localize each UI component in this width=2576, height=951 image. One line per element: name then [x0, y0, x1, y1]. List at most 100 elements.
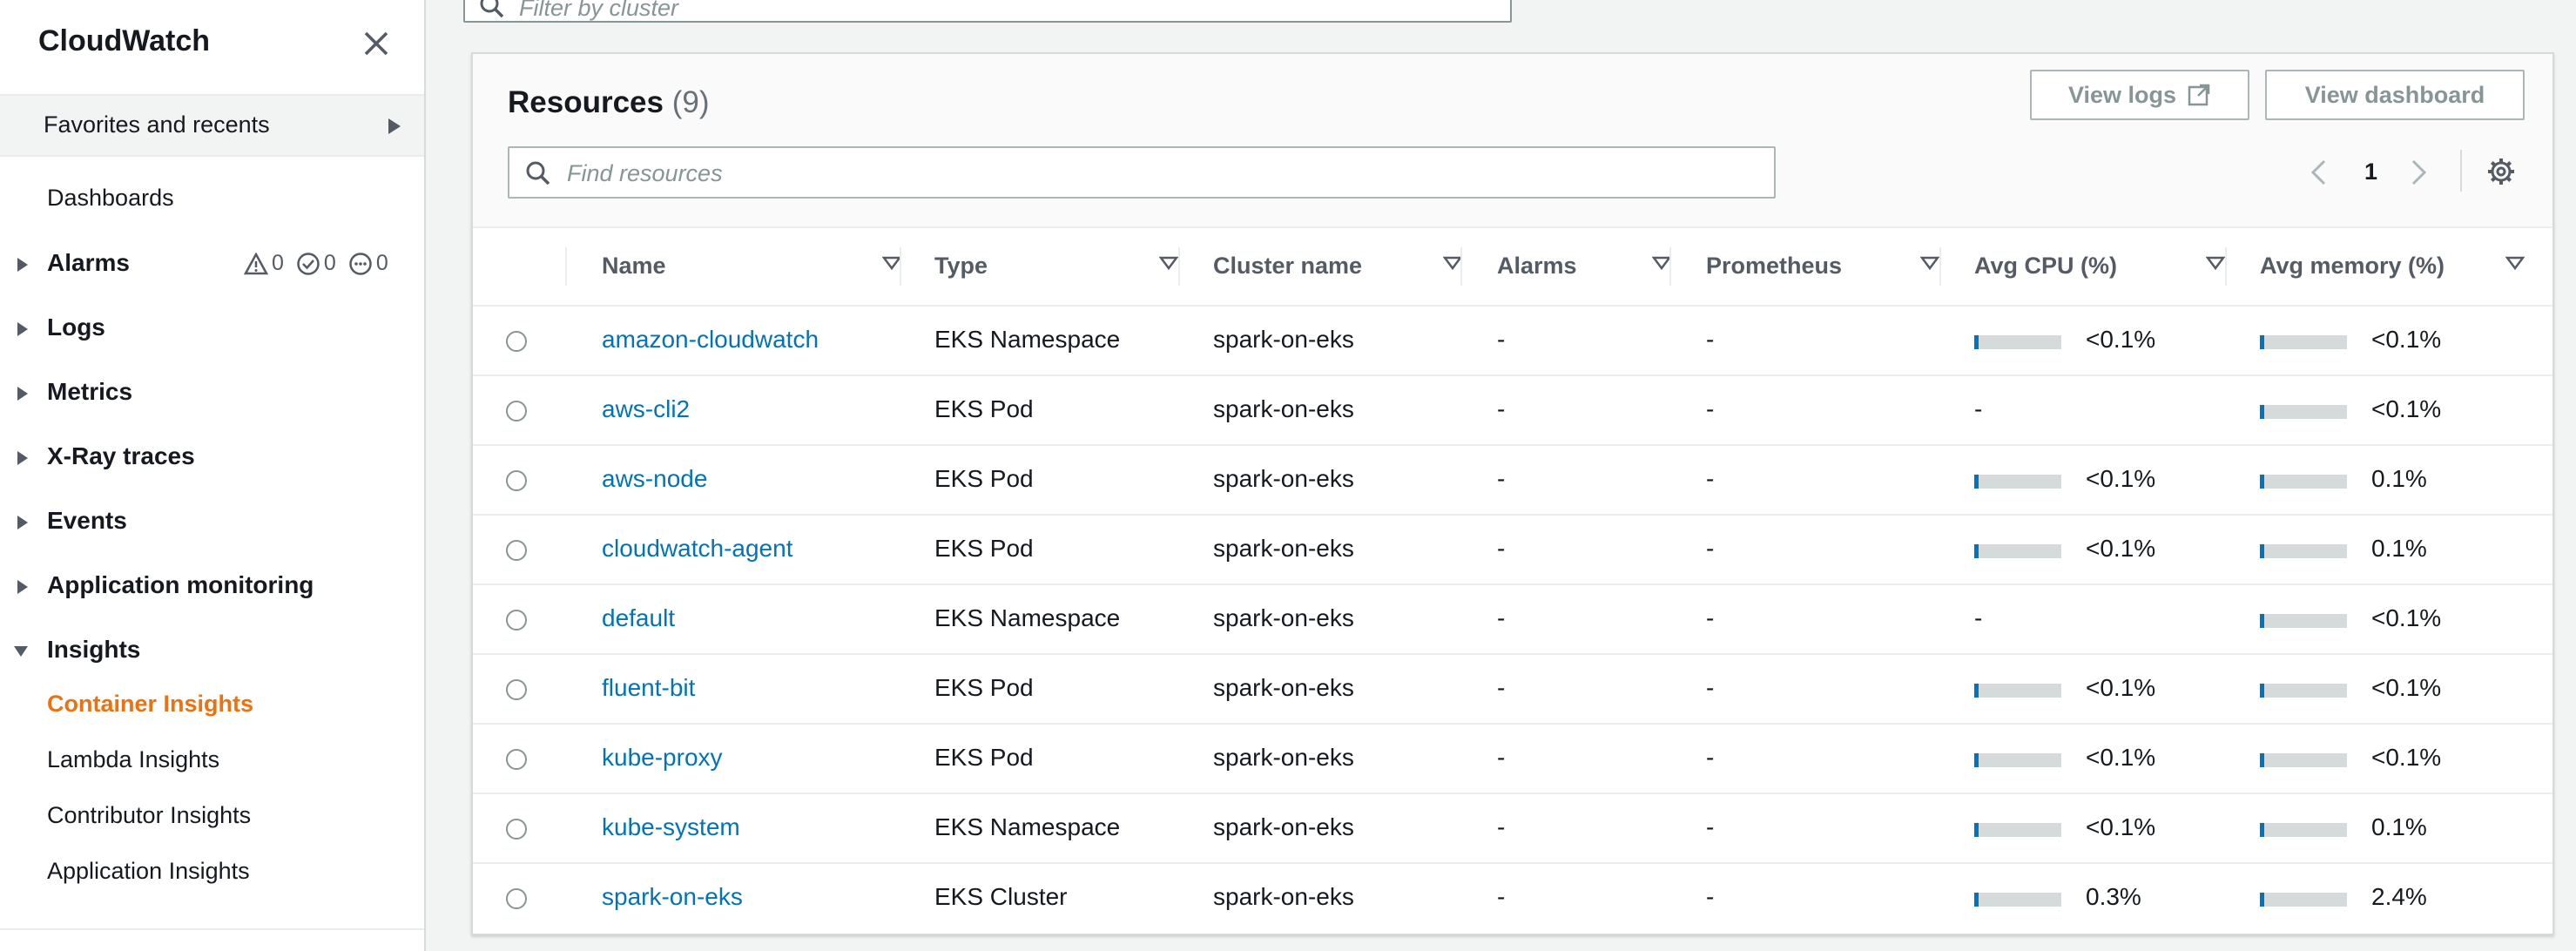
table-row: aws-cli2 EKS Pod spark-on-eks - - - <0.1%: [473, 376, 2552, 446]
row-select-radio[interactable]: [506, 679, 527, 700]
gear-icon[interactable]: [2486, 157, 2516, 186]
resource-name-link[interactable]: aws-cli2: [602, 395, 690, 423]
caret-right-icon: [17, 387, 28, 401]
sidebar-group-label: Logs: [47, 314, 105, 341]
cpu-usage-bar: [1974, 475, 2061, 489]
row-select-radio[interactable]: [506, 888, 527, 909]
alarms-value: -: [1497, 604, 1506, 631]
sidebar-item-application-insights[interactable]: Application Insights: [47, 858, 250, 885]
column-header-type[interactable]: Type: [934, 226, 1213, 305]
sidebar-group-label: Application monitoring: [47, 571, 314, 598]
sidebar-item-lambda-insights[interactable]: Lambda Insights: [47, 746, 219, 773]
prometheus-value: -: [1706, 535, 1715, 562]
resource-type: EKS Pod: [934, 674, 1034, 701]
search-placeholder: Find resources: [567, 160, 723, 186]
memory-value: <0.1%: [2371, 674, 2442, 701]
resource-name-link[interactable]: fluent-bit: [602, 674, 695, 702]
cpu-usage-bar: [1974, 893, 2061, 907]
column-header-memory[interactable]: Avg memory (%): [2260, 226, 2554, 305]
alarms-value: -: [1497, 883, 1506, 910]
sidebar-group-events[interactable]: Events: [0, 505, 418, 540]
table-header: Name Type Cluster name Alarms Prometheus…: [473, 226, 2552, 307]
column-divider: [900, 247, 901, 286]
sidebar-group-label: Insights: [47, 636, 141, 663]
sidebar-item-container-insights[interactable]: Container Insights: [47, 691, 253, 718]
favorites-and-recents[interactable]: Favorites and recents: [0, 94, 424, 157]
column-divider: [1460, 247, 1462, 286]
memory-value: 0.1%: [2371, 465, 2427, 492]
resource-name-link[interactable]: spark-on-eks: [602, 883, 743, 911]
resources-title: Resources (9): [508, 85, 710, 120]
sidebar-item-contributor-insights[interactable]: Contributor Insights: [47, 802, 251, 829]
column-header-cluster[interactable]: Cluster name: [1213, 226, 1497, 305]
caret-right-icon: [17, 322, 28, 336]
row-select-radio[interactable]: [506, 819, 527, 840]
resource-name-link[interactable]: amazon-cloudwatch: [602, 326, 819, 354]
row-select-radio[interactable]: [506, 331, 527, 352]
memory-value: <0.1%: [2371, 326, 2442, 353]
chevron-right-icon[interactable]: [2410, 158, 2429, 186]
current-page[interactable]: 1: [2364, 158, 2377, 185]
column-header-cpu[interactable]: Avg CPU (%): [1974, 226, 2260, 305]
column-header-label: Name: [602, 252, 666, 279]
column-header-alarms[interactable]: Alarms: [1497, 226, 1706, 305]
memory-value: <0.1%: [2371, 604, 2442, 631]
resource-name-link[interactable]: kube-system: [602, 813, 740, 841]
ok-state-count[interactable]: 0: [296, 251, 336, 276]
warning-icon: [244, 252, 268, 274]
view-logs-button[interactable]: View logs: [2030, 70, 2249, 120]
prometheus-value: -: [1706, 674, 1715, 701]
cluster-filter-input[interactable]: Filter by cluster: [463, 0, 1512, 23]
find-resources-input[interactable]: Find resources: [508, 146, 1776, 199]
table-row: kube-proxy EKS Pod spark-on-eks - - <0.1% <0.1…: [473, 725, 2552, 794]
sidebar-group-xray[interactable]: X-Ray traces: [0, 441, 418, 476]
close-icon[interactable]: [359, 26, 394, 61]
cpu-value: -: [1974, 395, 1983, 422]
divider: [0, 928, 424, 930]
resource-name-link[interactable]: aws-node: [602, 465, 707, 493]
sort-icon: [1443, 256, 1462, 270]
caret-right-icon: [17, 580, 28, 594]
column-divider: [565, 247, 567, 286]
column-header-prometheus[interactable]: Prometheus: [1706, 226, 1974, 305]
sidebar-item-dashboards[interactable]: Dashboards: [47, 185, 174, 212]
caret-right-icon: [17, 258, 28, 272]
cluster-name: spark-on-eks: [1213, 604, 1354, 631]
column-header-label: Cluster name: [1213, 252, 1363, 279]
memory-usage-bar: [2260, 614, 2347, 628]
cluster-name: spark-on-eks: [1213, 395, 1354, 422]
prometheus-value: -: [1706, 813, 1715, 840]
row-select-radio[interactable]: [506, 470, 527, 491]
column-header-name[interactable]: Name: [602, 226, 936, 305]
alarm-state-count[interactable]: 0: [244, 251, 284, 276]
alarms-value: -: [1497, 813, 1506, 840]
resource-name-link[interactable]: default: [602, 604, 675, 632]
cluster-name: spark-on-eks: [1213, 326, 1354, 353]
resource-type: EKS Namespace: [934, 813, 1121, 840]
row-select-radio[interactable]: [506, 749, 527, 770]
insufficient-state-count[interactable]: 0: [348, 251, 388, 276]
chevron-left-icon[interactable]: [2309, 158, 2328, 186]
column-header-label: Type: [934, 252, 988, 279]
sidebar-group-logs[interactable]: Logs: [0, 312, 418, 347]
row-select-radio[interactable]: [506, 540, 527, 561]
sidebar-group-insights[interactable]: Insights: [0, 634, 418, 669]
sidebar-group-label: Metrics: [47, 378, 133, 405]
row-select-radio[interactable]: [506, 610, 527, 631]
resource-name-link[interactable]: kube-proxy: [602, 744, 723, 772]
sidebar-group-metrics[interactable]: Metrics: [0, 376, 418, 411]
view-dashboard-button[interactable]: View dashboard: [2265, 70, 2525, 120]
prometheus-value: -: [1706, 395, 1715, 422]
cpu-usage-bar: [1974, 544, 2061, 558]
cpu-value: <0.1%: [2086, 465, 2156, 492]
memory-usage-bar: [2260, 823, 2347, 837]
view-dashboard-label: View dashboard: [2304, 81, 2485, 108]
alarms-value: -: [1497, 744, 1506, 771]
sidebar: CloudWatch Favorites and recents Dashboa…: [0, 0, 426, 951]
insufficient-count-value: 0: [375, 251, 388, 275]
sidebar-group-alarms[interactable]: Alarms 0 0 0: [0, 247, 418, 282]
row-select-radio[interactable]: [506, 401, 527, 422]
resource-name-link[interactable]: cloudwatch-agent: [602, 535, 792, 563]
cluster-name: spark-on-eks: [1213, 813, 1354, 840]
sidebar-group-application-monitoring[interactable]: Application monitoring: [0, 570, 418, 604]
